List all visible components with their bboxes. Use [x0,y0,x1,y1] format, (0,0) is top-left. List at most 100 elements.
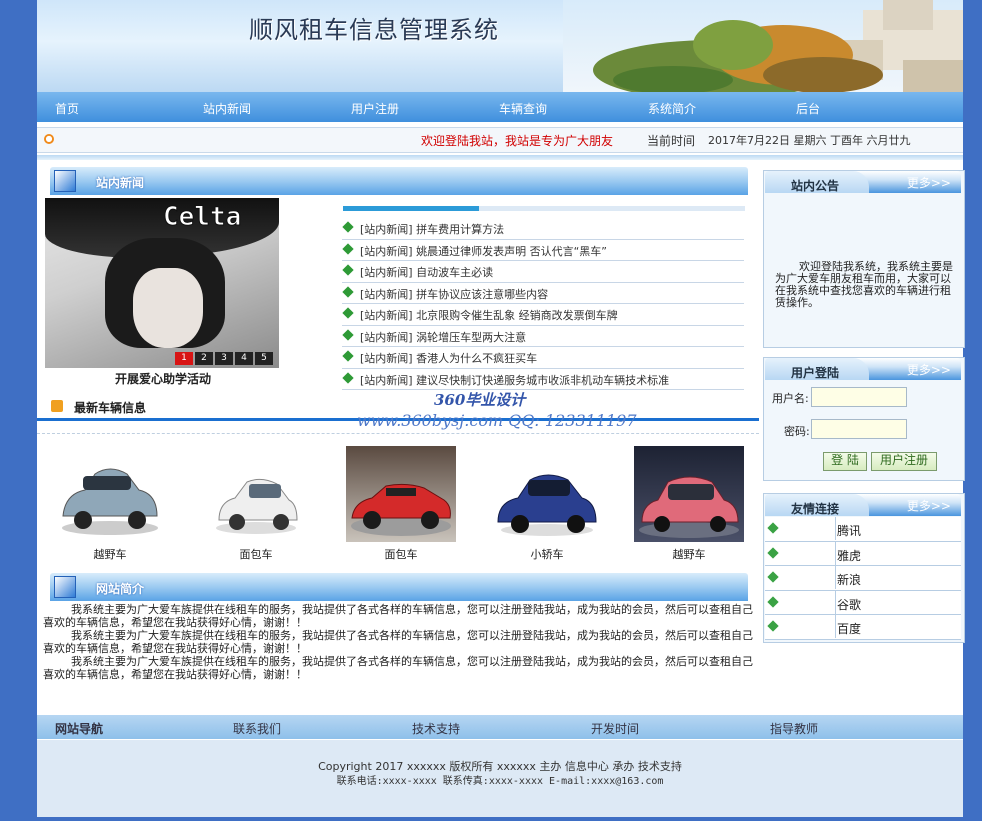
photo-caption[interactable]: 开展爱心助学活动 [115,370,211,387]
intro-paragraph: 我系统主要为广大爱车族提供在线租车的服务，我站提供了各式各样的车辆信息，您可以注… [43,603,753,629]
bullet-icon [767,522,779,534]
cars-title: 最新车辆信息 [74,401,147,415]
site-title: 顺风租车信息管理系统 [249,16,499,44]
news-item[interactable]: [站内新闻] 涡轮增压车型两大注意 [342,326,744,347]
marquee-bar: ● 欢迎登陆我站，我站是专为广大朋友 当前时间 2017年7月22日 星期六 丁… [37,127,963,153]
bullet-icon [767,620,779,632]
watermark-title: 360毕业设计 [434,391,526,409]
password-label: 密码: [784,425,810,438]
news-photo[interactable]: Celta [45,198,279,368]
bullet-icon [342,221,354,233]
news-panel-header: 站内新闻 [50,167,748,195]
link-item[interactable]: 腾讯 [765,517,961,542]
photo-face [133,268,203,348]
footer-copyright: Copyright 2017 xxxxxx 版权所有 xxxxxx 主办 信息中… [37,740,963,817]
bullet-icon [342,242,354,255]
car-name[interactable]: 面包车 [201,546,311,562]
notice-text: 欢迎登陆我系统，我系统主要是为广大爱车朋友租车而用，大家可以在我系统中查找您喜欢… [775,260,953,309]
link-item[interactable]: 百度 [765,615,961,640]
car-card[interactable]: 小轿车 [492,446,602,562]
register-button[interactable]: 用户注册 [871,452,937,471]
photo-pager: 1 2 3 4 5 [173,352,273,365]
footer-dev-time-link[interactable]: 开发时间 [591,720,639,737]
car-name[interactable]: 越野车 [55,546,165,562]
city-scene-image [563,0,963,92]
password-input[interactable] [811,419,907,439]
news-item[interactable]: [站内新闻] 自动波车主必读 [342,261,744,283]
footer-nav-title: 网站导航 [55,722,104,736]
login-more-link[interactable]: 更多>> [907,361,951,378]
login-button[interactable]: 登 陆 [823,452,867,471]
car-image[interactable] [634,446,744,542]
photo-logo: Celta [162,202,242,233]
nav-admin[interactable]: 后台 [796,100,820,117]
bullet-icon [767,595,779,608]
car-image[interactable] [55,446,165,542]
car-card[interactable]: 面包车 [201,446,311,562]
bullet-icon: ● [44,134,54,144]
notice-title: 站内公告 [791,179,840,193]
intro-title: 网站简介 [96,582,145,596]
car-image[interactable] [346,446,456,542]
divider [37,155,963,160]
footer-contact-link[interactable]: 联系我们 [233,720,281,737]
login-title: 用户登陆 [791,366,840,380]
pager-3[interactable]: 3 [215,352,233,365]
username-input[interactable] [811,387,907,407]
pager-5[interactable]: 5 [255,352,273,365]
intro-paragraph: 我系统主要为广大爱车族提供在线租车的服务，我站提供了各式各样的车辆信息，您可以注… [43,655,753,681]
pager-4[interactable]: 4 [235,352,253,365]
nav-car-search[interactable]: 车辆查询 [499,100,547,117]
intro-paragraph: 我系统主要为广大爱车族提供在线租车的服务，我站提供了各式各样的车辆信息，您可以注… [43,629,753,655]
news-title: 站内新闻 [96,176,145,190]
bullet-icon [342,285,354,298]
nav-register[interactable]: 用户注册 [351,100,399,117]
link-item[interactable]: 谷歌 [765,590,961,615]
marquee-text: 欢迎登陆我站，我站是专为广大朋友 [421,134,614,148]
contact-text: 联系电话:xxxx-xxxx 联系传真:xxxx-xxxx E-mail:xxx… [336,776,664,787]
news-item[interactable]: [站内新闻] 香港人为什么不疯狂买车 [342,347,744,369]
time-value: 2017年7月22日 星期六 丁酉年 六月廿九 [708,134,911,147]
news-progress-bar [343,206,745,211]
bullet-icon [342,371,354,384]
links-more-link[interactable]: 更多>> [907,497,951,514]
news-item[interactable]: [站内新闻] 拼车协议应该注意哪些内容 [342,283,744,304]
pager-2[interactable]: 2 [195,352,213,365]
car-image[interactable] [492,446,602,542]
news-item[interactable]: [站内新闻] 北京限购令催生乱象 经销商改发票倒车牌 [342,304,744,326]
login-header: 用户登陆 更多>> [765,358,961,380]
bullet-icon [342,307,354,319]
car-card[interactable]: 越野车 [55,446,165,562]
notice-more-link[interactable]: 更多>> [907,174,951,191]
bottom-band [37,817,963,821]
footer-support-link[interactable]: 技术支持 [412,720,460,737]
car-image[interactable] [201,446,311,542]
car-card[interactable]: 面包车 [346,446,456,562]
links-list: 腾讯 雅虎 新浪 谷歌 百度 [765,517,961,640]
monitor-icon [54,576,76,598]
car-card[interactable]: 越野车 [634,446,744,562]
nav-news[interactable]: 站内新闻 [203,100,251,117]
link-item[interactable]: 新浪 [765,566,961,591]
car-name[interactable]: 面包车 [346,546,456,562]
news-item[interactable]: [站内新闻] 建议尽快制订快递服务城市收派非机动车辆技术标准 [342,369,744,390]
footer-teacher-link[interactable]: 指导教师 [770,720,818,737]
car-name[interactable]: 小轿车 [492,546,602,562]
news-item[interactable]: [站内新闻] 拼车费用计算方法 [342,218,744,240]
pager-1[interactable]: 1 [175,352,193,365]
link-item[interactable]: 雅虎 [765,541,961,566]
news-item[interactable]: [站内新闻] 姚晨通过律师发表声明 否认代言“黑车” [342,240,744,261]
bullet-icon [342,264,354,276]
page: 顺风租车信息管理系统 首页 站内新闻 用户注册 车辆查询 系统简介 后台 ● 欢… [37,0,965,821]
footer-nav: 网站导航 联系我们 技术支持 开发时间 指导教师 [37,715,963,739]
nav-home[interactable]: 首页 [55,100,79,117]
main-nav: 首页 站内新闻 用户注册 车辆查询 系统简介 后台 [37,92,963,122]
folder-icon [51,400,63,412]
notice-box [763,170,965,348]
car-name[interactable]: 越野车 [634,546,744,562]
bullet-icon [767,571,779,583]
header-banner: 顺风租车信息管理系统 [37,0,963,92]
intro-panel-header: 网站简介 [50,573,748,601]
nav-about[interactable]: 系统简介 [648,100,696,117]
bullet-icon [342,328,354,341]
